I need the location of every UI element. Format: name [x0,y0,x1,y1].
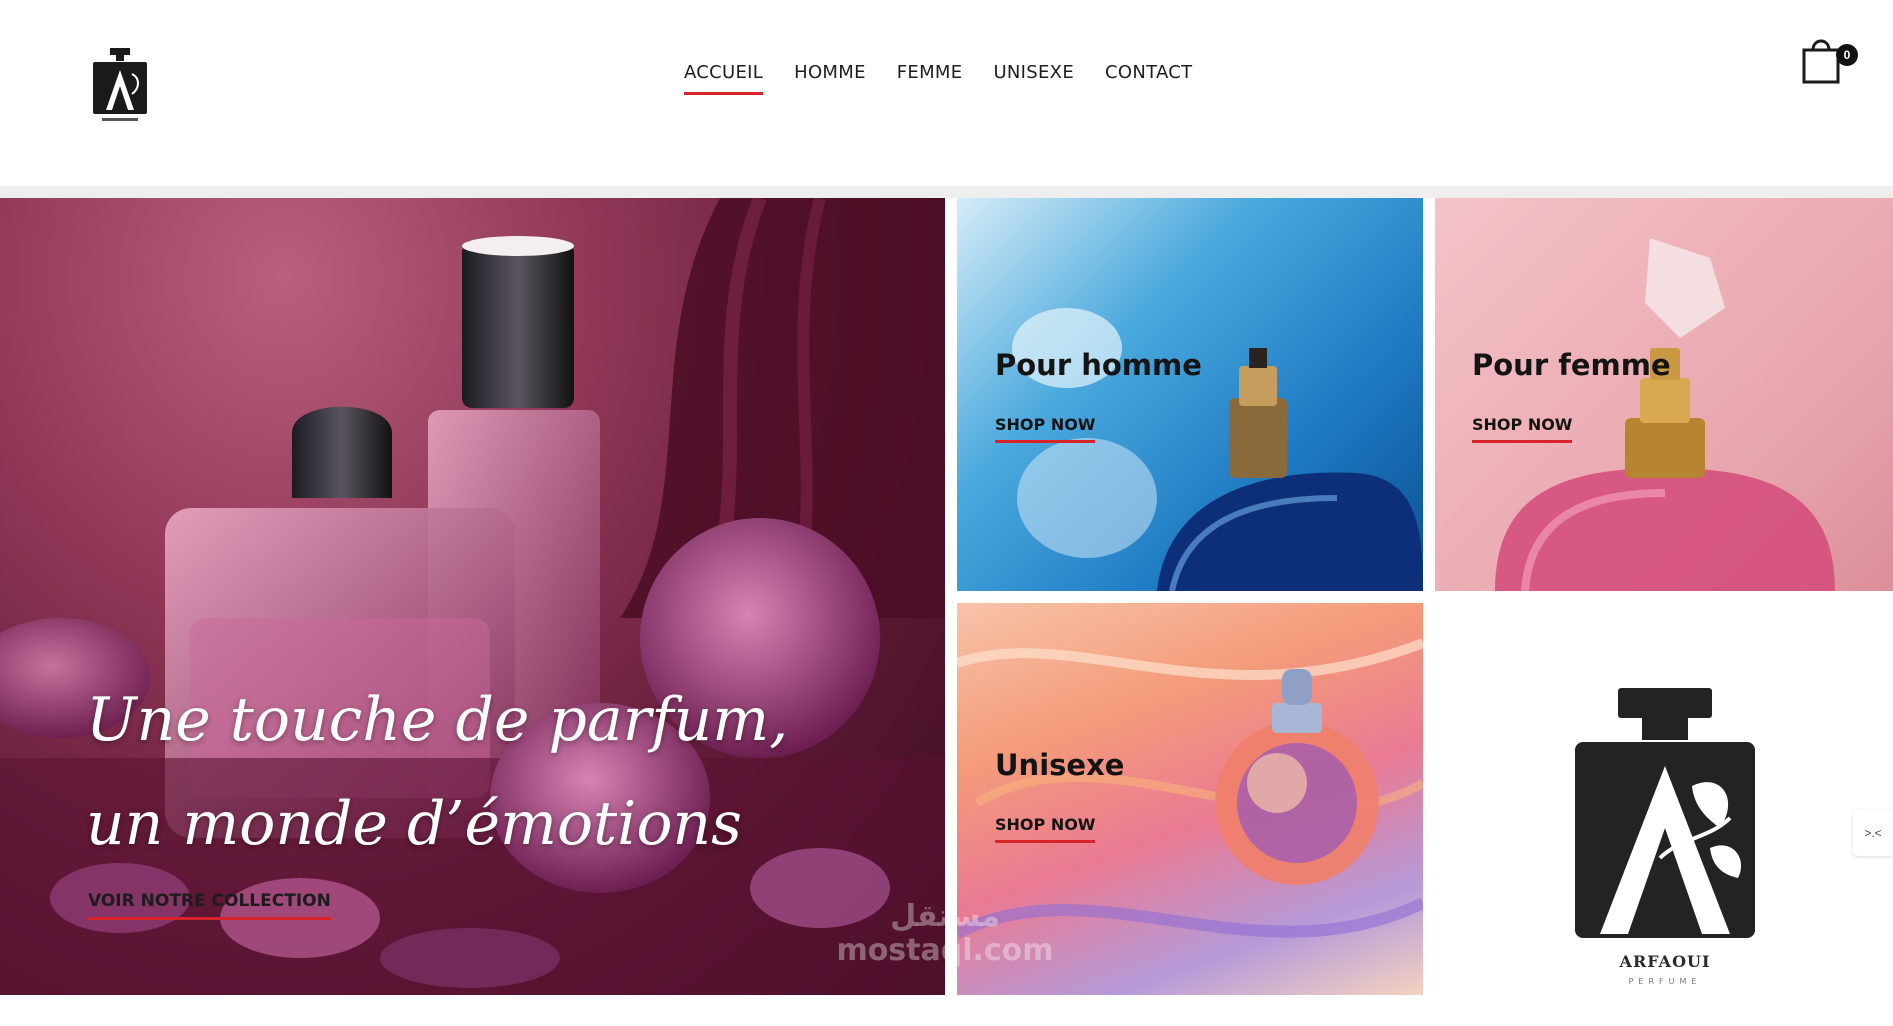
mostaql-watermark: مستقل mostaql.com [830,900,1060,968]
hero-headline-line-1: Une touche de parfum, [86,685,789,755]
hero-banner: Une touche de parfum, un monde d’émotion… [0,198,945,995]
shop-now-homme-link[interactable]: SHOP NOW [995,415,1096,443]
card-title-unisexe: Unisexe [995,748,1125,782]
card-title-homme: Pour homme [995,348,1202,382]
nav-unisexe[interactable]: UNISEXE [993,62,1074,95]
shop-now-femme-link[interactable]: SHOP NOW [1472,415,1573,443]
nav-femme[interactable]: FEMME [897,62,963,95]
cart-count-badge: 0 [1836,44,1858,66]
main-nav: ACCUEIL HOMME FEMME UNISEXE CONTACT [684,62,1192,95]
hero-headline: Une touche de parfum, un monde d’émotion… [86,668,886,876]
header-divider [0,186,1893,198]
brand-logo-icon[interactable] [88,48,152,128]
femme-perfume-image [1495,238,1835,591]
nav-contact[interactable]: CONTACT [1105,62,1192,95]
category-card-femme[interactable]: Pour femme SHOP NOW [1435,198,1893,591]
hero-headline-line-2: un monde d’émotions [86,789,742,859]
view-collection-link[interactable]: VOIR NOTRE COLLECTION [88,891,331,920]
side-collapse-tab[interactable]: >.< [1853,810,1893,856]
watermark-line-1: مستقل [890,899,1000,934]
nav-accueil[interactable]: ACCUEIL [684,62,764,95]
card-title-femme: Pour femme [1472,348,1671,382]
site-header: ACCUEIL HOMME FEMME UNISEXE CONTACT 0 [0,0,1893,186]
brand-subtitle: PERFUME [1628,977,1702,986]
brand-name: ARFAOUI [1619,952,1711,971]
category-card-homme[interactable]: Pour homme SHOP NOW [957,198,1423,591]
homme-perfume-image [1012,308,1423,591]
nav-homme[interactable]: HOMME [794,62,866,95]
shop-now-unisexe-link[interactable]: SHOP NOW [995,815,1096,843]
watermark-line-2: mostaql.com [836,933,1054,968]
brand-bottle-logo-icon [1575,688,1755,938]
